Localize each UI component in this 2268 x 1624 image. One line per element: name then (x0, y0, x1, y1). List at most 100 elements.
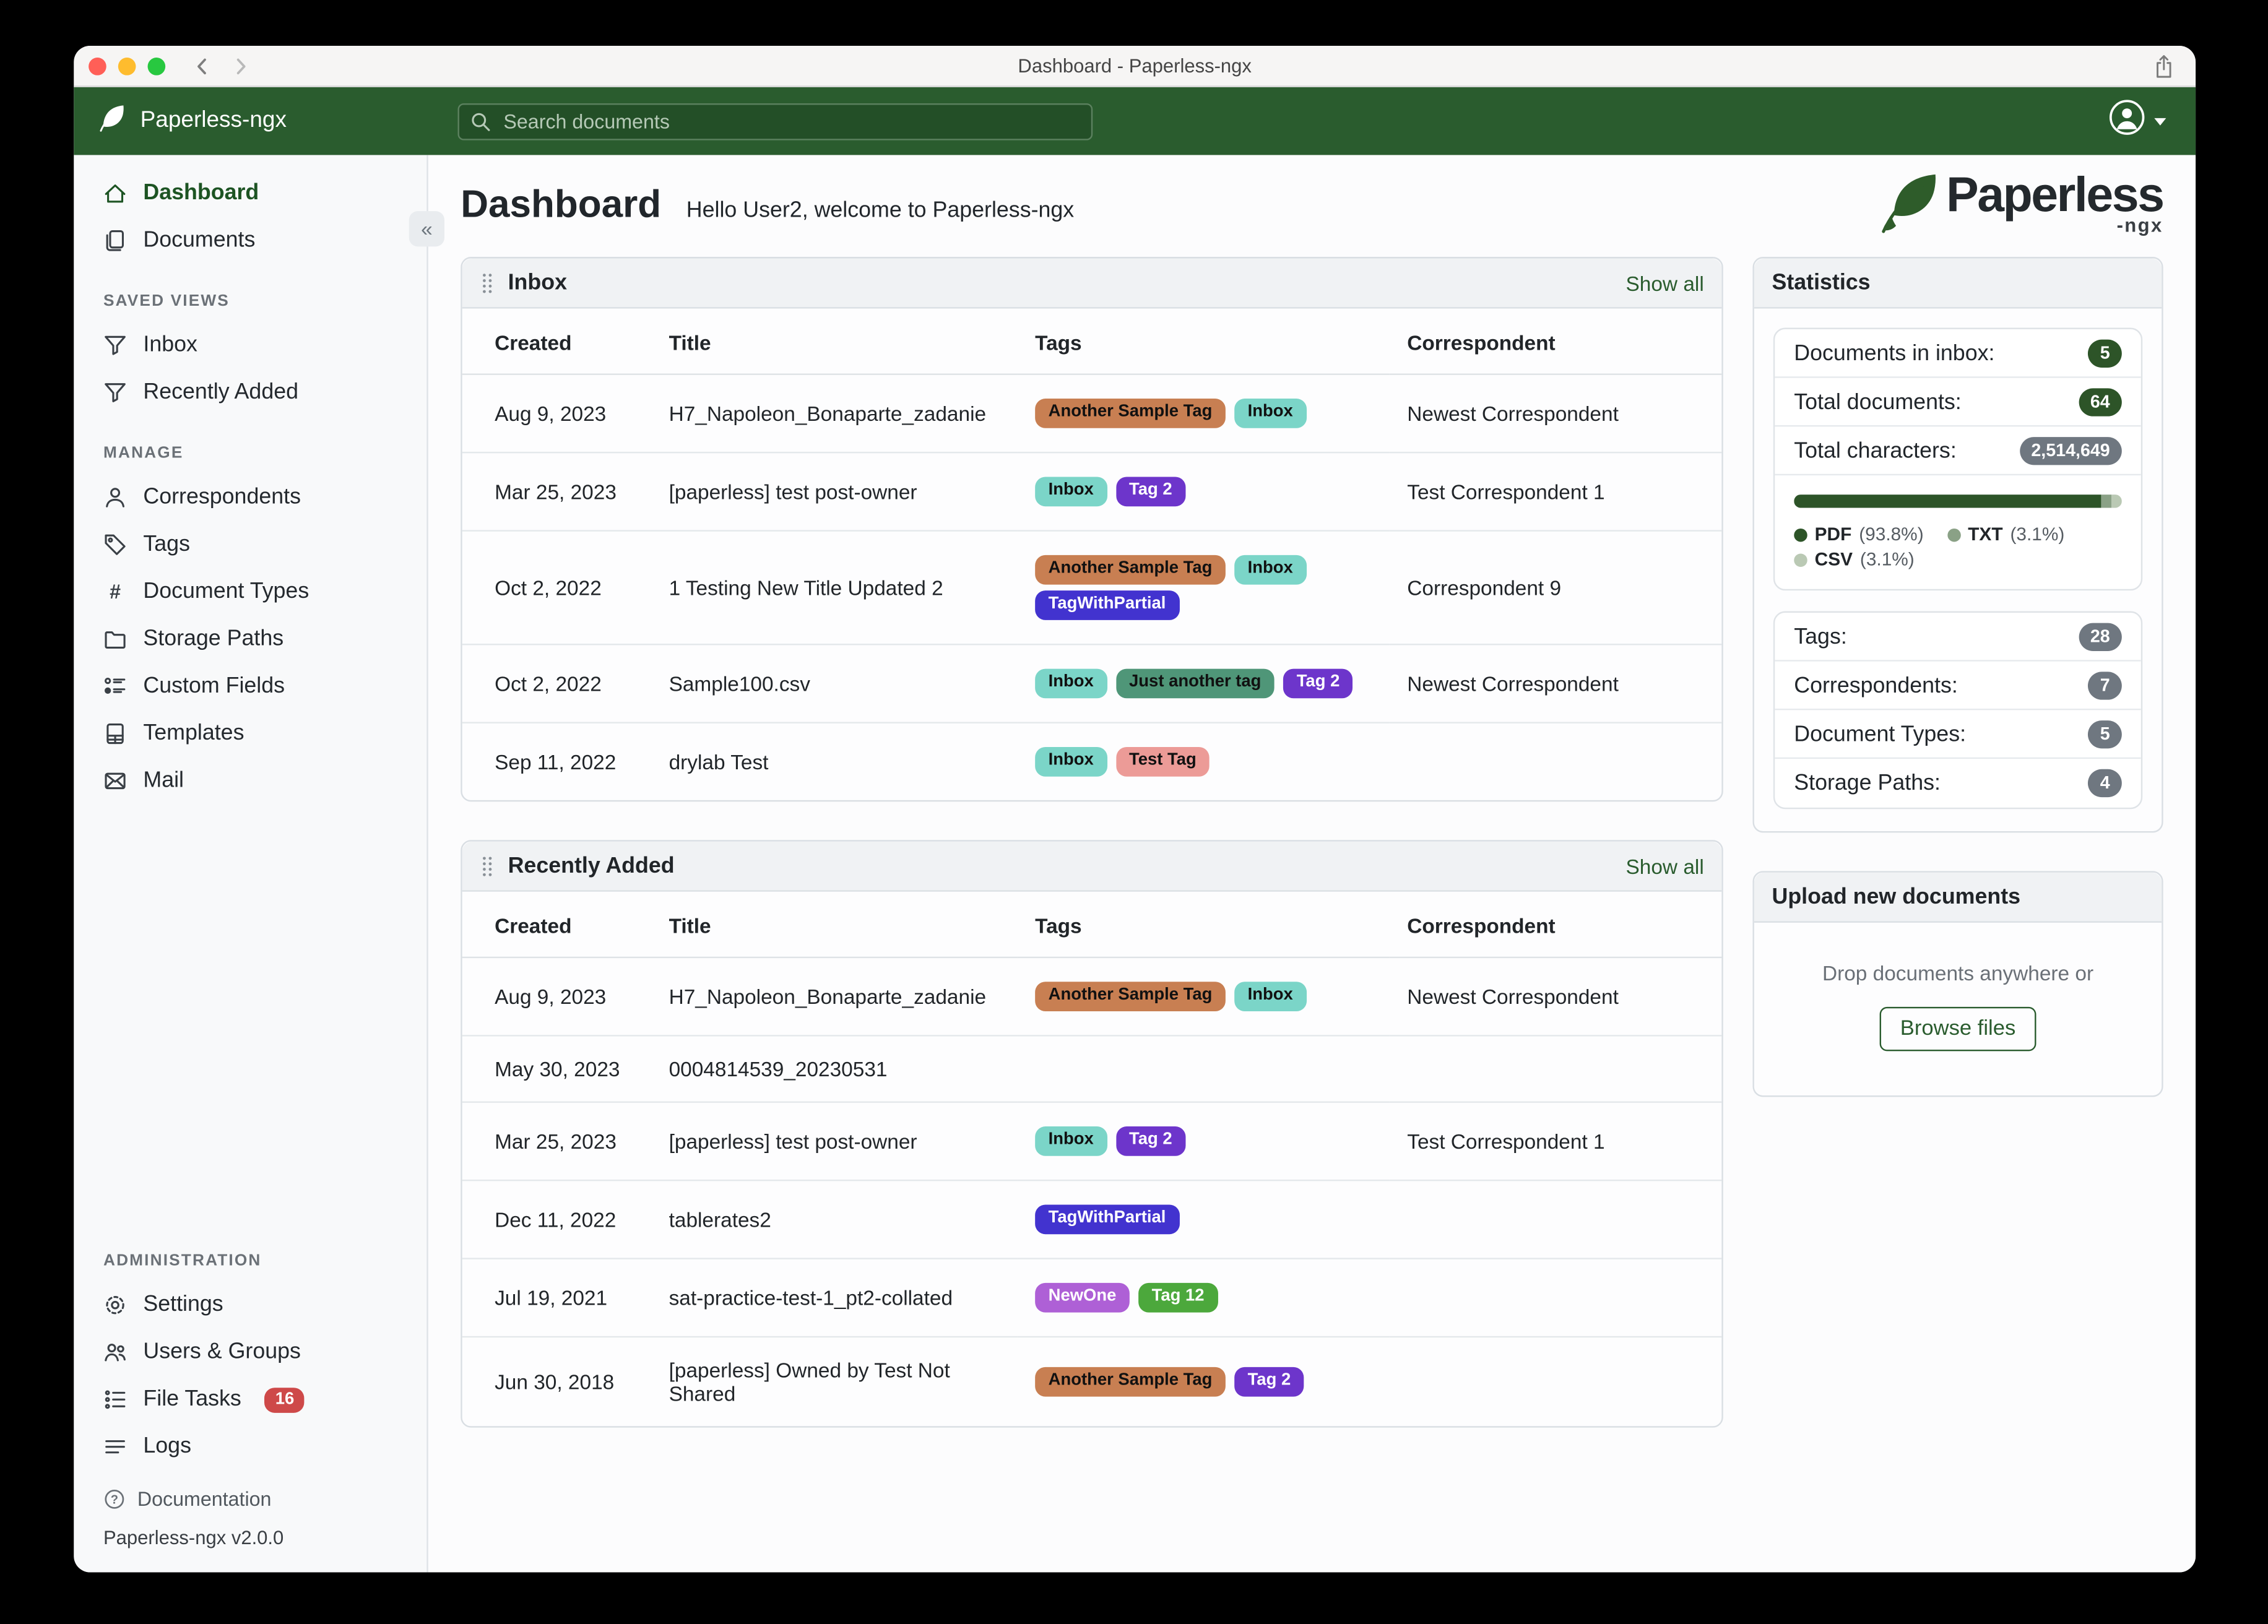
search-icon (472, 112, 490, 131)
close-window-button[interactable] (89, 56, 106, 75)
cell-created: Mar 25, 2023 (462, 1102, 651, 1181)
cell-tags: NewOne Tag 12 (1017, 1258, 1390, 1338)
tag-inbox[interactable]: Inbox (1035, 477, 1107, 507)
sidebar-item-mail[interactable]: Mail (74, 758, 426, 805)
table-row[interactable]: Mar 25, 2023 [paperless] test post-owner I… (462, 452, 1722, 532)
sidebar-item-settings[interactable]: Settings (74, 1282, 426, 1329)
table-row[interactable]: May 30, 2023 0004814539_20230531 (462, 1035, 1722, 1103)
stat-row-total-documents: Total documents: 64 (1775, 378, 2141, 427)
search-input[interactable] (457, 102, 1093, 140)
back-icon[interactable] (192, 55, 212, 76)
screen: Dashboard - Paperless-ngx Paperless-ngx (0, 0, 2268, 1624)
sidebar-collapse-button[interactable]: « (409, 211, 445, 247)
table-row[interactable]: Aug 9, 2023 H7_Napoleon_Bonaparte_zadanie… (462, 374, 1722, 454)
cell-title: drylab Test (669, 749, 769, 774)
tag-newone[interactable]: NewOne (1035, 1282, 1130, 1313)
cell-created: Aug 9, 2023 (462, 957, 651, 1037)
table-row[interactable]: Oct 2, 2022 Sample100.csv Inbox Just anothe… (462, 644, 1722, 723)
upload-dropzone[interactable]: Drop documents anywhere or Browse files (1754, 923, 2162, 1095)
progress-segment-csv (2111, 495, 2122, 508)
column-header-correspondent: Correspondent (1389, 891, 1722, 959)
drag-handle-icon[interactable] (480, 854, 495, 878)
cell-correspondent: Test Correspondent 1 (1389, 1102, 1722, 1181)
column-header-correspondent: Correspondent (1389, 308, 1722, 375)
sidebar: Dashboard Documents SAVED VIEWS Inbox Recent… (74, 155, 428, 1573)
question-circle-icon: ? (103, 1488, 126, 1510)
cell-title: 0004814539_20230531 (651, 1035, 1018, 1103)
zoom-window-button[interactable] (147, 56, 166, 75)
sidebar-item-inbox[interactable]: Inbox (74, 322, 426, 369)
sidebar-item-tags[interactable]: Tags (74, 521, 426, 568)
tag-tag-12[interactable]: Tag 12 (1138, 1282, 1218, 1313)
table-row[interactable]: Jul 19, 2021 sat-practice-test-1_pt2-coll… (462, 1258, 1722, 1338)
table-row[interactable]: Aug 9, 2023 H7_Napoleon_Bonaparte_zadanie… (462, 957, 1722, 1037)
progress-segment-pdf (1794, 495, 2101, 508)
widget-header: Recently Added Show all (462, 841, 1722, 892)
cell-correspondent: Newest Correspondent (1389, 957, 1722, 1037)
tag-inbox[interactable]: Inbox (1234, 555, 1307, 585)
widget-header: Inbox Show all (462, 258, 1722, 309)
tag-tagwithpartial[interactable]: TagWithPartial (1035, 590, 1179, 620)
tag-another-sample-tag[interactable]: Another Sample Tag (1035, 1367, 1226, 1397)
sidebar-item-logs[interactable]: Logs (74, 1423, 426, 1471)
tag-another-sample-tag[interactable]: Another Sample Tag (1035, 399, 1226, 428)
stat-row-total-characters: Total characters: 2,514,649 (1775, 426, 2141, 476)
tag-inbox[interactable]: Inbox (1035, 1126, 1107, 1156)
drag-handle-icon[interactable] (480, 271, 495, 295)
tag-inbox[interactable]: Inbox (1234, 399, 1307, 428)
sidebar-section-manage: MANAGE Correspondents Tags # Document Types S… (74, 417, 426, 805)
svg-text:?: ? (111, 1493, 118, 1507)
table-row[interactable]: Jun 30, 2018 [paperless] Owned by Test No… (462, 1337, 1722, 1426)
documents-table: Created Title Tags Correspondent Aug 9, 2023… (462, 308, 1722, 800)
person-icon (103, 485, 129, 511)
sidebar-item-custom-fields[interactable]: Custom Fields (74, 663, 426, 710)
tag-tag-2[interactable]: Tag 2 (1234, 1367, 1304, 1397)
show-all-link[interactable]: Show all (1626, 271, 1704, 295)
sidebar-item-dashboard[interactable]: Dashboard (74, 170, 426, 217)
cell-created: May 30, 2023 (462, 1035, 651, 1103)
sidebar-item-recently-added[interactable]: Recently Added (74, 369, 426, 416)
sidebar-item-label: Documents (143, 227, 256, 253)
browse-files-button[interactable]: Browse files (1879, 1006, 2036, 1052)
tag-another-sample-tag[interactable]: Another Sample Tag (1035, 555, 1226, 585)
cell-created: Jul 19, 2021 (462, 1258, 651, 1338)
cell-tags: Inbox Tag 2 (1017, 452, 1390, 532)
home-icon (103, 181, 129, 206)
table-row[interactable]: Sep 11, 2022 drylab Test Inbox Test Tag (462, 723, 1722, 800)
files-icon (103, 228, 129, 254)
table-row[interactable]: Mar 25, 2023 [paperless] test post-owner I… (462, 1102, 1722, 1181)
column-header-title: Title (651, 308, 1018, 375)
column-header-created: Created (462, 891, 651, 959)
tag-another-sample-tag[interactable]: Another Sample Tag (1035, 982, 1226, 1011)
share-icon[interactable] (2153, 53, 2175, 87)
sidebar-item-storage-paths[interactable]: Storage Paths (74, 616, 426, 663)
tag-test-tag[interactable]: Test Tag (1115, 747, 1210, 777)
show-all-link[interactable]: Show all (1626, 854, 1704, 878)
cell-correspondent: Newest Correspondent (1389, 644, 1722, 723)
tag-just-another-tag[interactable]: Just another tag (1115, 668, 1275, 699)
sidebar-item-documentation[interactable]: ? Documentation (103, 1488, 397, 1510)
user-menu[interactable] (2108, 99, 2166, 144)
table-row[interactable]: Oct 2, 2022 1 Testing New Title Updated 2… (462, 530, 1722, 646)
tag-tag-2[interactable]: Tag 2 (1115, 1126, 1186, 1156)
sidebar-item-templates[interactable]: Templates (74, 710, 426, 757)
page-title: Dashboard (461, 181, 662, 226)
sidebar-item-correspondents[interactable]: Correspondents (74, 474, 426, 521)
tag-tagwithpartial[interactable]: TagWithPartial (1035, 1204, 1179, 1235)
brand[interactable]: Paperless-ngx (74, 103, 428, 140)
sidebar-item-file-tasks[interactable]: File Tasks 16 (74, 1376, 426, 1423)
sidebar-item-document-types[interactable]: # Document Types (74, 568, 426, 615)
tag-inbox[interactable]: Inbox (1035, 747, 1107, 777)
tag-inbox[interactable]: Inbox (1234, 982, 1307, 1011)
table-row[interactable]: Dec 11, 2022 tablerates2 TagWithPartial (462, 1180, 1722, 1259)
sidebar-item-documents[interactable]: Documents (74, 217, 426, 264)
tag-tag-2[interactable]: Tag 2 (1283, 668, 1353, 699)
sidebar-section-title: MANAGE (103, 444, 184, 462)
tag-inbox[interactable]: Inbox (1035, 668, 1107, 699)
minimize-window-button[interactable] (118, 56, 136, 75)
forward-icon[interactable] (230, 55, 251, 76)
stat-row-tags: Tags: 28 (1775, 613, 2141, 662)
tag-tag-2[interactable]: Tag 2 (1115, 477, 1186, 507)
sidebar-item-users-groups[interactable]: Users & Groups (74, 1329, 426, 1376)
people-icon (103, 1340, 129, 1365)
